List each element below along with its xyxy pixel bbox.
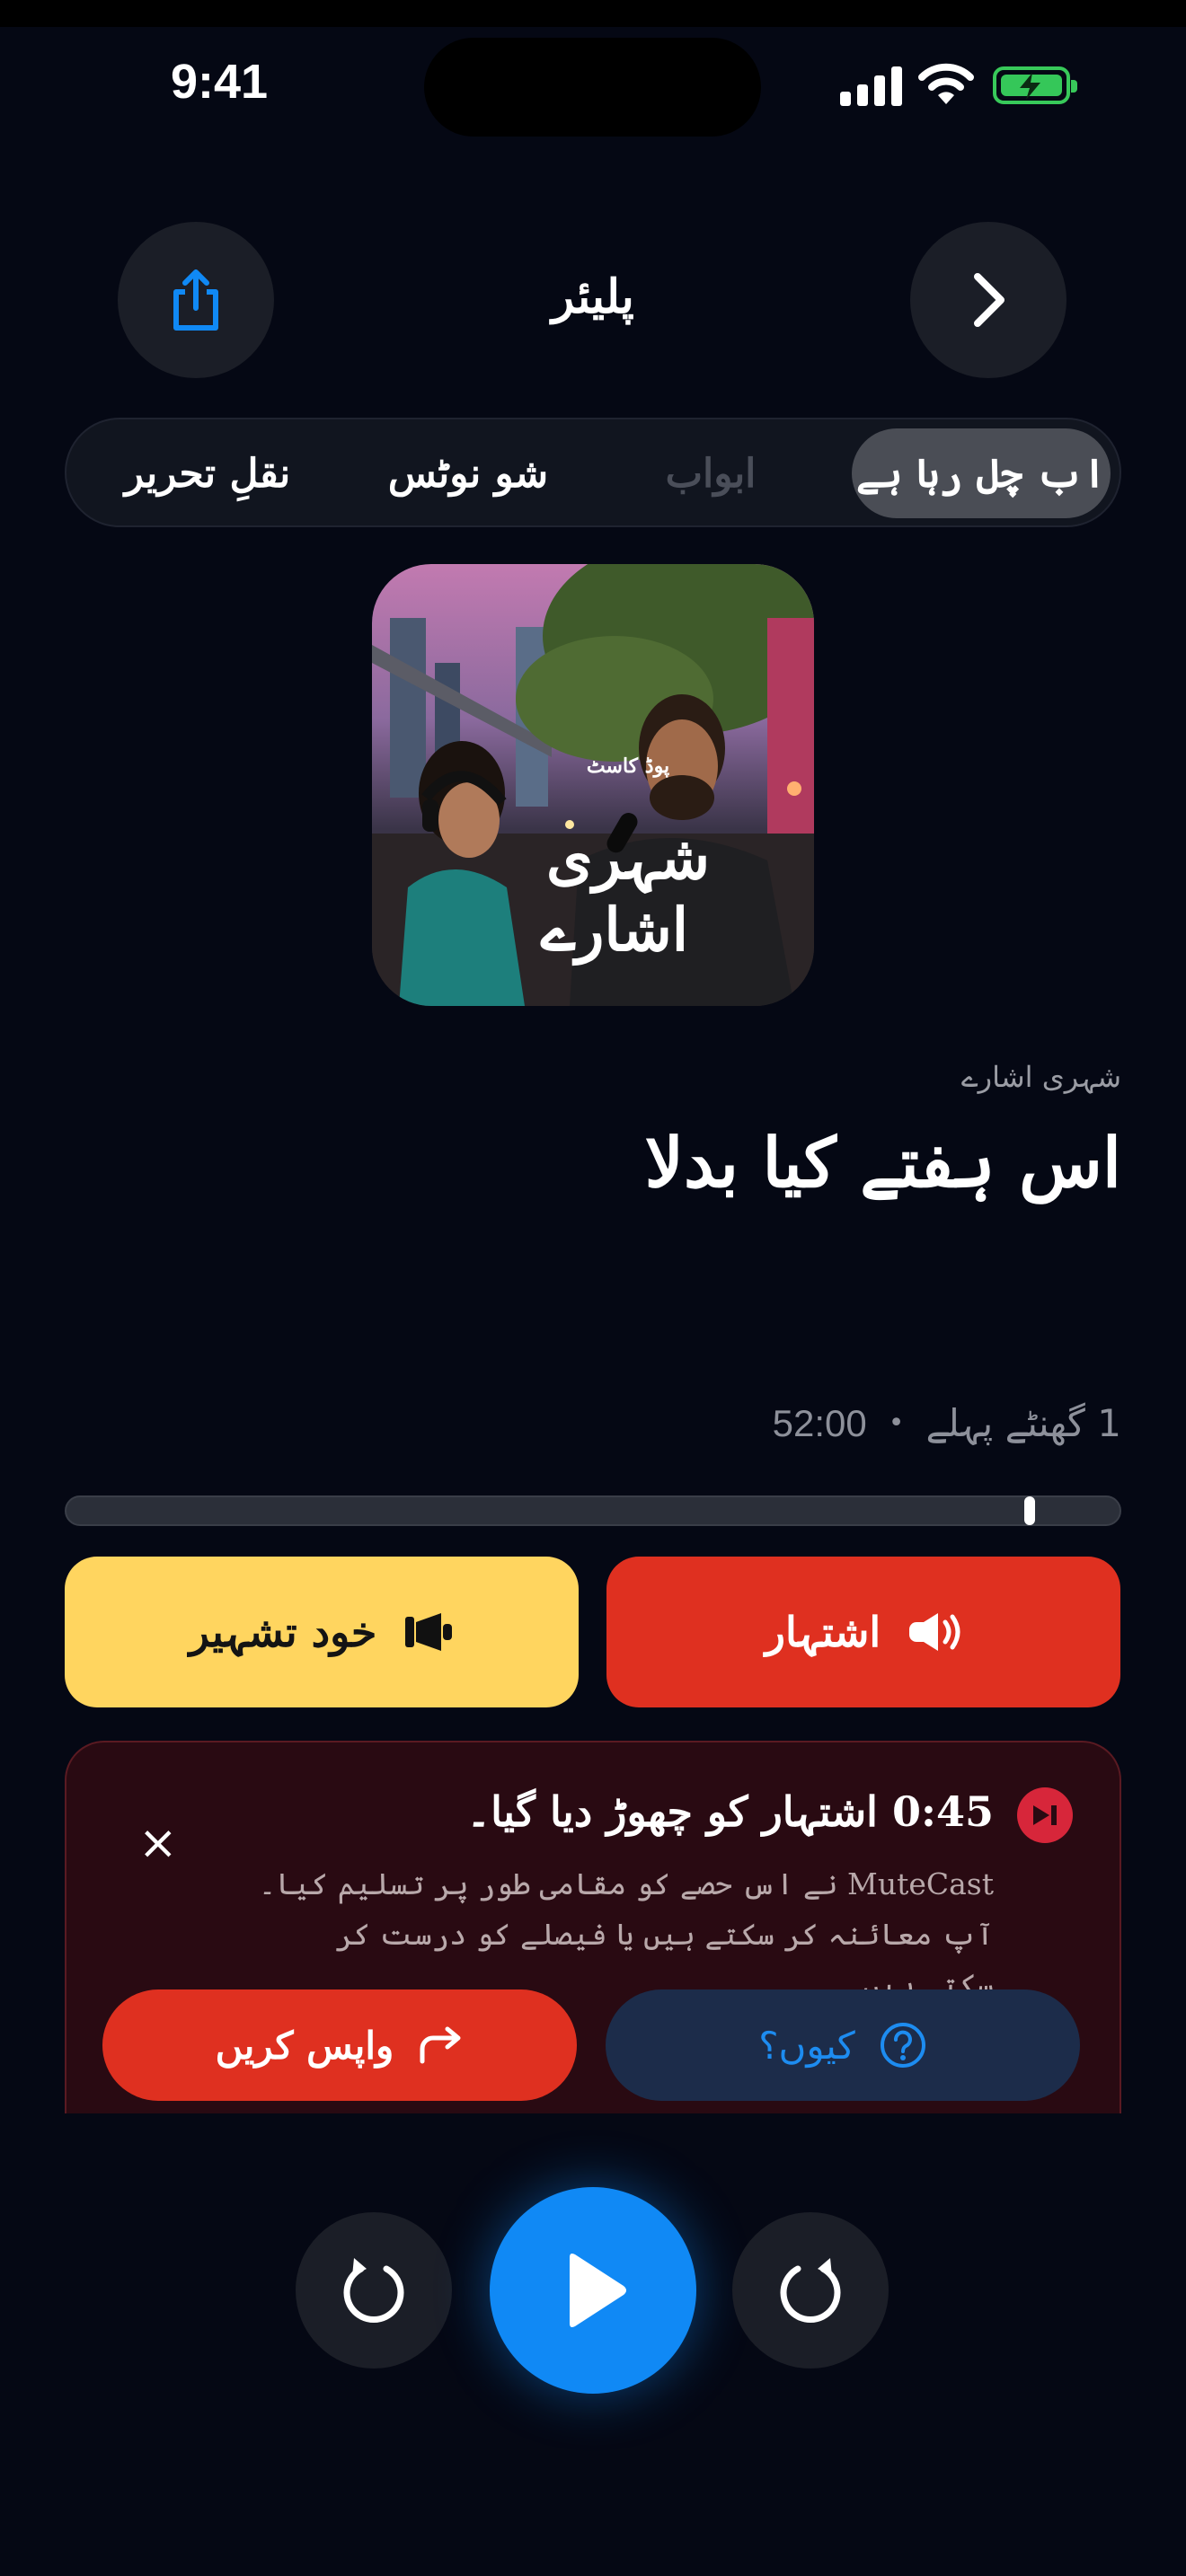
revert-button[interactable]: واپس کریں	[102, 1989, 577, 2101]
tab-bar: اب چل رہا ہے ابواب شو نوٹس نقلِ تحریر	[65, 418, 1121, 527]
fast-forward-button[interactable]	[732, 2212, 889, 2369]
playback-progress-bar[interactable]	[65, 1495, 1121, 1526]
episode-duration: 52:00	[772, 1401, 867, 1444]
rewind-icon	[343, 2258, 404, 2323]
episode-meta: 1 گھنٹے پہلے • 52:00	[773, 1401, 1121, 1445]
why-button[interactable]: کیوں؟	[606, 1989, 1080, 2101]
redo-arrow-icon	[420, 2026, 461, 2064]
fast-forward-icon	[780, 2258, 841, 2323]
chevron-right-icon	[974, 273, 1005, 327]
rewind-button[interactable]	[296, 2212, 452, 2369]
page-title: پلیئر	[552, 269, 634, 324]
forward-button[interactable]	[910, 222, 1067, 378]
question-circle-icon	[880, 2023, 925, 2068]
share-button[interactable]	[118, 222, 274, 378]
podcast-artwork: پوڈ کاسٹ شہری اشارے	[372, 564, 814, 1006]
playback-scrubber[interactable]	[1024, 1496, 1035, 1525]
ad-segment-button[interactable]: اشتہار	[606, 1557, 1120, 1707]
episode-age: 1 گھنٹے پہلے	[925, 1401, 1121, 1445]
episode-title: اس ہفتے کیا بدلا	[644, 1123, 1121, 1203]
why-label: کیوں؟	[758, 2023, 855, 2068]
self-promo-segment-button[interactable]: خود تشہیر	[65, 1557, 579, 1707]
skip-forward-icon	[1017, 1787, 1073, 1843]
share-icon	[173, 269, 218, 331]
top-edge	[0, 0, 1186, 27]
artwork-title-line2: اشارے	[540, 895, 688, 966]
wifi-icon	[918, 63, 974, 104]
skip-panel-body: MuteCast نے اس حصے کو مقامی طور پر تسلیم…	[258, 1866, 994, 2002]
tab-chapters: ابواب	[665, 450, 757, 497]
play-icon	[570, 2254, 626, 2327]
speaker-muted-icon	[909, 1613, 960, 1651]
tab-transcript[interactable]: نقلِ تحریر	[86, 428, 329, 518]
artwork-title-line1: شہری	[546, 823, 710, 895]
revert-label: واپس کریں	[215, 2023, 394, 2068]
tab-show-notes[interactable]: شو نوٹس	[356, 428, 580, 518]
megaphone-icon	[405, 1613, 453, 1651]
promo-label: خود تشہیر	[189, 1608, 377, 1656]
artwork-kicker-text: پوڈ کاسٹ	[587, 754, 669, 779]
status-time: 9:41	[171, 55, 269, 109]
play-button[interactable]	[490, 2187, 696, 2394]
ad-skipped-panel: 0:45 اشتہار کو چھوڑ دیا گیا۔ MuteCast نے…	[65, 1741, 1121, 2113]
close-button[interactable]: ×	[138, 1816, 178, 1870]
cellular-signal-icon	[840, 65, 903, 106]
tab-now-playing[interactable]: اب چل رہا ہے	[852, 428, 1111, 518]
dynamic-island	[424, 38, 761, 137]
skip-panel-title: 0:45 اشتہار کو چھوڑ دیا گیا۔	[466, 1787, 994, 1836]
show-name[interactable]: شہری اشارے	[961, 1060, 1121, 1094]
meta-separator: •	[888, 1407, 905, 1439]
ad-label: اشتہار	[765, 1608, 881, 1656]
battery-icon	[993, 66, 1077, 104]
